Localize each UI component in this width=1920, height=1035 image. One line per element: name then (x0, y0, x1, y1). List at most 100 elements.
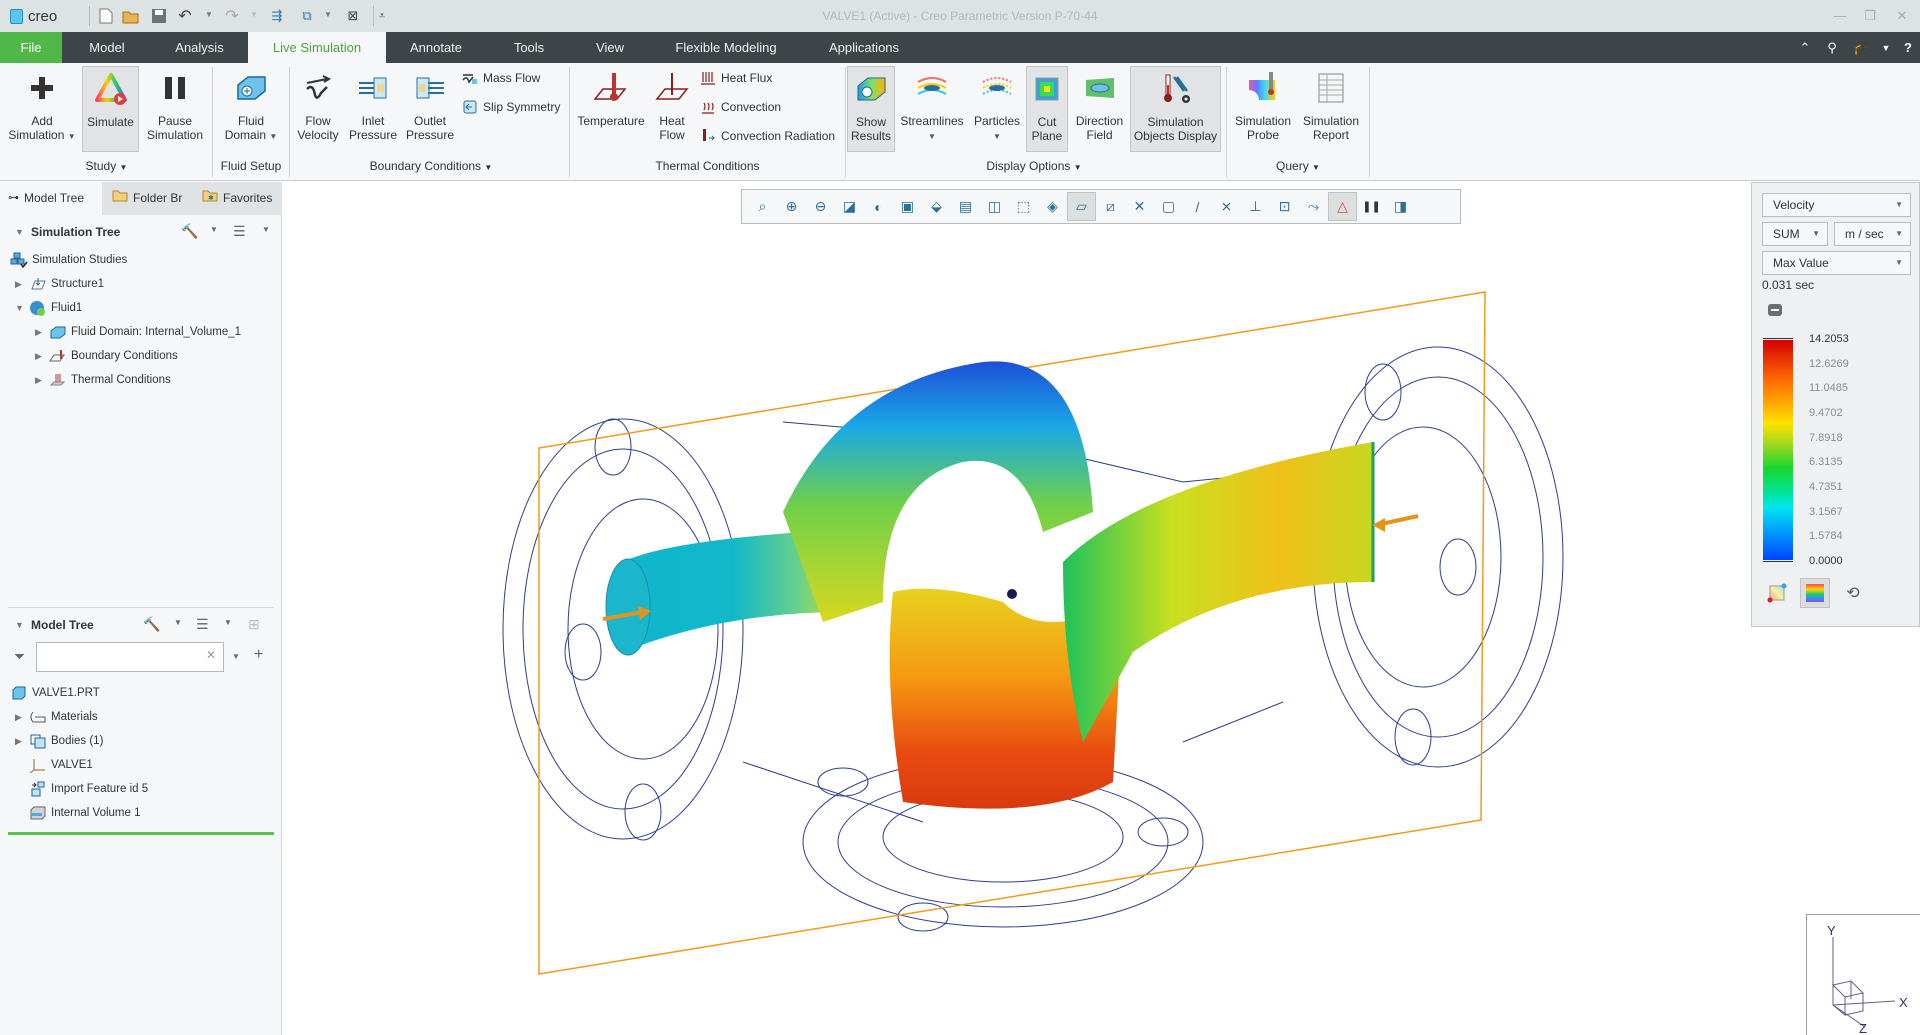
collapse-triangle-icon[interactable]: ▼ (15, 620, 24, 630)
undo-icon[interactable]: ↶ (176, 7, 194, 25)
windows-icon[interactable]: ⧉ (298, 7, 316, 25)
heat-flow-button[interactable]: Heat Flow (650, 66, 694, 152)
probe-marker[interactable] (1007, 589, 1017, 599)
restore-button[interactable]: ❐ (1860, 6, 1880, 26)
flow-velocity-button[interactable]: Flow Velocity (292, 66, 344, 152)
minimize-button[interactable]: — (1830, 6, 1850, 26)
chevron-down-icon[interactable]: ▼ (224, 618, 232, 627)
collapse-legend-button[interactable] (1768, 304, 1782, 316)
model-tree-search-input[interactable] (36, 642, 224, 672)
legend-settings-button[interactable] (1762, 578, 1792, 608)
reset-legend-button[interactable]: ⟲ (1838, 578, 1868, 608)
expand-icon[interactable]: ▶ (35, 375, 49, 386)
tree-item-import-feature[interactable]: Import Feature id 5 (29, 778, 148, 800)
group-display-options-label[interactable]: Display Options ▼ (845, 159, 1223, 173)
pause-simulation-button[interactable]: Pause Simulation (141, 66, 209, 152)
units-select[interactable]: m / sec ▼ (1834, 222, 1911, 246)
show-list-icon[interactable]: ☰ (196, 616, 209, 633)
tab-folder-browser[interactable]: Folder Br (104, 182, 194, 215)
chevron-down-icon[interactable]: ▼ (174, 618, 182, 627)
undo-dropdown-icon[interactable]: ▼ (205, 10, 213, 19)
tab-model-tree[interactable]: ⊶ Model Tree (0, 182, 102, 215)
tab-tools[interactable]: Tools (486, 32, 572, 63)
convection-radiation-button[interactable]: Convection Radiation (700, 125, 835, 147)
quantity-select[interactable]: Velocity ▼ (1762, 193, 1911, 217)
save-icon[interactable] (150, 7, 168, 25)
tab-flexible-modeling[interactable]: Flexible Modeling (648, 32, 804, 63)
clear-icon[interactable]: ✕ (206, 648, 216, 662)
mass-flow-button[interactable]: Mass Flow (462, 67, 540, 89)
add-icon[interactable]: + (254, 646, 263, 664)
slip-symmetry-button[interactable]: Slip Symmetry (462, 96, 560, 118)
collapse-triangle-icon[interactable]: ▼ (15, 227, 24, 237)
search-icon[interactable]: ⚲ (1822, 38, 1842, 58)
chevron-down-icon[interactable]: ▼ (262, 225, 270, 234)
spectrum-button[interactable] (1800, 578, 1830, 608)
heat-flux-button[interactable]: Heat Flux (700, 67, 772, 89)
close-button[interactable]: ✕ (1892, 6, 1912, 26)
simulate-button[interactable]: Simulate (82, 66, 139, 152)
collapse-icon[interactable]: ▼ (15, 303, 29, 313)
expand-icon[interactable]: ▶ (15, 279, 29, 290)
cut-plane-button[interactable]: Cut Plane (1026, 66, 1068, 152)
collapse-ribbon-icon[interactable]: ⌃ (1795, 38, 1815, 58)
graphics-window[interactable]: ⌕ ⊕ ⊖ ◪ ◐ ▣ ⬙ ▤ ◫ ⬚ ◈ ▱ ⧄ ✕ ▢ / ⨯ ⊥ ⊡ ⤳ △ ❚❚ ◨ (283, 182, 1920, 1035)
panel-divider[interactable] (8, 607, 274, 608)
tab-live-simulation[interactable]: Live Simulation (248, 32, 386, 63)
tree-item-fluid-domain[interactable]: ▶ Fluid Domain: Internal_Volume_1 (35, 321, 241, 343)
tree-item-internal-volume[interactable]: Internal Volume 1 (29, 802, 141, 824)
group-query-label[interactable]: Query ▼ (1230, 159, 1366, 173)
simulation-objects-display-button[interactable]: Simulation Objects Display (1130, 66, 1221, 152)
filter-icon[interactable]: ⏷ (14, 648, 25, 665)
dropdown-icon[interactable]: ▼ (1876, 38, 1896, 58)
tab-analysis[interactable]: Analysis (152, 32, 247, 63)
component-select[interactable]: SUM ▼ (1762, 222, 1828, 246)
fluid-domain-button[interactable]: Fluid Domain ▼ (218, 66, 284, 152)
valve-model-viewport[interactable] (283, 182, 1920, 1035)
settings-tools-icon[interactable]: 🔨 (181, 223, 198, 240)
tree-item-csys[interactable]: VALVE1 (29, 754, 93, 776)
expand-icon[interactable]: ▶ (15, 712, 29, 723)
direction-field-button[interactable]: Direction Field (1072, 66, 1127, 152)
settings-tools-icon[interactable]: 🔨 (143, 616, 160, 633)
expand-icon[interactable]: ▶ (35, 327, 49, 338)
tab-view[interactable]: View (572, 32, 648, 63)
open-icon[interactable] (122, 7, 140, 25)
streamlines-button[interactable]: Streamlines ▼ (898, 66, 966, 152)
tab-file[interactable]: File (0, 32, 62, 63)
chevron-down-icon[interactable]: ▼ (210, 225, 218, 234)
tree-item-valve1-prt[interactable]: VALVE1.PRT (10, 682, 100, 704)
show-list-icon[interactable]: ☰ (233, 223, 246, 240)
expand-icon[interactable]: ▶ (35, 351, 49, 362)
close-window-icon[interactable]: ⊠ (344, 7, 362, 25)
simulation-probe-button[interactable]: Simulation Probe (1230, 66, 1296, 152)
regenerate-icon[interactable]: ⇶ (268, 7, 286, 25)
temperature-button[interactable]: Temperature (575, 66, 647, 152)
tab-annotate[interactable]: Annotate (386, 32, 486, 63)
tree-item-bodies[interactable]: ▶ Bodies (1) (15, 730, 103, 752)
add-simulation-button[interactable]: Add Simulation ▼ (4, 66, 80, 152)
tree-item-structure1[interactable]: ▶ Structure1 (15, 273, 104, 295)
tree-item-thermal-conditions[interactable]: ▶ Thermal Conditions (35, 369, 171, 391)
customize-icon[interactable]: ⩡ (373, 7, 391, 25)
outlet-pressure-button[interactable]: Outlet Pressure (402, 66, 458, 152)
learning-icon[interactable]: 🎓 (1851, 38, 1871, 58)
show-results-button[interactable]: Show Results (847, 66, 895, 152)
new-icon[interactable] (97, 7, 115, 25)
group-boundary-conditions-label[interactable]: Boundary Conditions ▼ (292, 159, 570, 173)
value-mode-select[interactable]: Max Value ▼ (1762, 251, 1911, 275)
convection-button[interactable]: Convection (700, 96, 781, 118)
chevron-down-icon[interactable]: ▼ (232, 652, 240, 661)
windows-dropdown-icon[interactable]: ▼ (324, 10, 332, 19)
expand-icon[interactable]: ▶ (15, 736, 29, 747)
tab-model[interactable]: Model (62, 32, 152, 63)
inlet-pressure-button[interactable]: Inlet Pressure (346, 66, 400, 152)
simulation-report-button[interactable]: Simulation Report (1298, 66, 1364, 152)
group-study-label[interactable]: Study ▼ (4, 159, 209, 173)
particles-button[interactable]: Particles ▼ (968, 66, 1026, 152)
tree-item-boundary-conditions[interactable]: ▶ Boundary Conditions (35, 345, 178, 367)
tab-applications[interactable]: Applications (804, 32, 924, 63)
tree-item-simulation-studies[interactable]: Simulation Studies (10, 249, 127, 271)
tab-favorites[interactable]: ✱ Favorites (194, 182, 282, 215)
tree-item-materials[interactable]: ▶ Materials (15, 706, 98, 728)
